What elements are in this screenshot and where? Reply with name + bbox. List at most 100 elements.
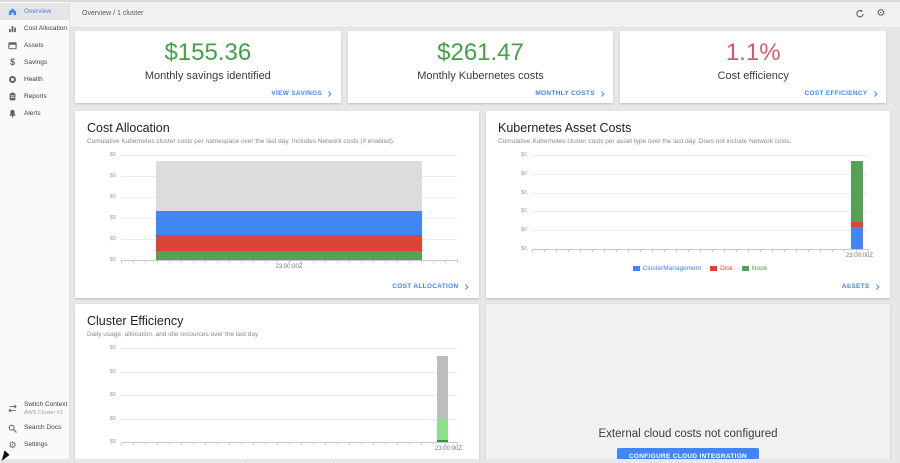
x-tick-mark (181, 260, 182, 263)
bar-segment-usage[interactable] (437, 440, 448, 442)
x-tick-mark (313, 260, 314, 263)
x-tick-mark (445, 260, 446, 263)
external-cloud-message: External cloud costs not configured (486, 428, 890, 440)
search-icon (8, 424, 17, 433)
x-tick-mark (361, 260, 362, 263)
legend-swatch (710, 266, 717, 271)
y-tick-label: $0 (500, 190, 527, 196)
legend-item: Node (742, 265, 768, 272)
bar-segment-allocated[interactable] (437, 419, 448, 441)
x-tick-mark (145, 260, 146, 263)
sidebar-item-reports[interactable]: Reports (0, 88, 69, 105)
bar-stack[interactable] (156, 155, 421, 260)
y-tick-label: $0 (89, 369, 116, 375)
legend-item: ClusterManagement (633, 265, 702, 272)
x-tick-mark (604, 249, 605, 252)
gridline (532, 211, 868, 212)
panel-subtitle: Daily usage, allocation, and idle resour… (87, 331, 467, 338)
x-tick-mark (445, 442, 446, 445)
x-tick-mark (544, 249, 545, 252)
x-tick-mark (556, 249, 557, 252)
charts-row-1: Cost Allocation Cumulative Kubernetes cl… (75, 111, 890, 298)
bar-stack[interactable] (437, 348, 448, 442)
panel-title: Cluster Efficiency (87, 314, 467, 328)
refresh-icon[interactable] (855, 9, 865, 19)
x-tick-mark (784, 249, 785, 252)
gridline (121, 419, 457, 420)
bar-segment-idle[interactable] (437, 356, 448, 418)
sidebar-item-label: Health (24, 76, 43, 83)
x-tick-mark (337, 260, 338, 263)
x-tick-mark (217, 442, 218, 445)
bar-segment-red[interactable] (156, 235, 421, 251)
x-tick-mark (373, 442, 374, 445)
x-tick-mark (349, 442, 350, 445)
cost-efficiency-link[interactable]: COST EFFICIENCY (805, 90, 877, 97)
sidebar-item-savings[interactable]: $ Savings (0, 54, 69, 71)
x-tick-mark (289, 442, 290, 445)
chart-legend: ClusterManagementDiskNode (532, 265, 868, 272)
bar-segment-node[interactable] (851, 161, 862, 222)
x-tick-mark (301, 260, 302, 263)
x-tick-mark (868, 249, 869, 252)
x-tick-mark (772, 249, 773, 252)
y-tick-label: $0 (500, 152, 527, 158)
x-tick-mark (385, 442, 386, 445)
x-tick-mark (193, 260, 194, 263)
x-tick-mark (760, 249, 761, 252)
bar-segment-gray[interactable] (156, 161, 421, 210)
y-tick-label: $0 (89, 257, 116, 263)
sidebar-item-cost-allocation[interactable]: Cost Allocation (0, 20, 69, 37)
sidebar-item-alerts[interactable]: Alerts (0, 105, 69, 122)
gear-icon: ⚙ (8, 441, 17, 450)
bar-segment-blue[interactable] (156, 211, 421, 235)
configure-cloud-integration-button[interactable]: CONFIGURE CLOUD INTEGRATION (617, 448, 759, 459)
sidebar-item-overview[interactable]: Overview (0, 3, 69, 20)
sidebar-item-health[interactable]: Health (0, 71, 69, 88)
bar-chart-icon (8, 24, 17, 33)
x-tick-mark (121, 260, 122, 263)
window-top-edge (0, 0, 900, 2)
monthly-costs-label: Monthly Kubernetes costs (417, 70, 544, 82)
x-tick-mark (433, 442, 434, 445)
x-tick-mark (397, 260, 398, 263)
x-tick-mark (724, 249, 725, 252)
chevron-right-icon (874, 284, 879, 289)
bar-stack[interactable] (851, 155, 862, 249)
sidebar-item-assets[interactable]: Assets (0, 37, 69, 54)
bar-segment-clustermanagement[interactable] (851, 227, 862, 249)
x-tick-mark (580, 249, 581, 252)
switch-context-button[interactable]: Switch Context AWS Cluster #1 (0, 397, 69, 420)
x-tick-label: 23:00:00Z (275, 264, 302, 270)
legend-swatch (742, 266, 749, 271)
sidebar-item-label: Overview (24, 8, 51, 15)
assets-link[interactable]: ASSETS (842, 283, 878, 290)
gear-icon[interactable]: ⚙ (876, 9, 886, 19)
cost-allocation-panel: Cost Allocation Cumulative Kubernetes cl… (75, 111, 479, 298)
sidebar-item-label: Cost Allocation (24, 25, 67, 32)
chevron-right-icon (872, 91, 877, 96)
x-tick-mark (457, 260, 458, 263)
home-icon (8, 7, 17, 16)
bar-segment-green[interactable] (156, 251, 421, 260)
x-tick-mark (832, 249, 833, 252)
gridline (121, 395, 457, 396)
cluster-efficiency-chart: $0$0$0$0$023:00:00ZUsageAllocatedIdle (87, 345, 467, 459)
panel-subtitle: Cumulative Kubernetes cluster costs per … (87, 138, 467, 145)
cost-allocation-link[interactable]: COST ALLOCATION (392, 283, 467, 290)
monthly-costs-link[interactable]: MONTHLY COSTS (535, 90, 603, 97)
chevron-right-icon (326, 91, 331, 96)
x-tick-mark (337, 442, 338, 445)
y-tick-label: $0 (89, 173, 116, 179)
x-tick-mark (616, 249, 617, 252)
search-docs-button[interactable]: Search Docs (0, 420, 69, 437)
y-tick-label: $0 (500, 171, 527, 177)
x-tick-mark (640, 249, 641, 252)
view-savings-link[interactable]: VIEW SAVINGS (271, 90, 330, 97)
x-tick-mark (301, 442, 302, 445)
monthly-costs-card: $261.47 Monthly Kubernetes costs MONTHLY… (348, 31, 614, 103)
main-content: $155.36 Monthly savings identified VIEW … (70, 28, 900, 459)
x-tick-mark (568, 249, 569, 252)
x-tick-mark (277, 260, 278, 263)
x-tick-mark (277, 442, 278, 445)
